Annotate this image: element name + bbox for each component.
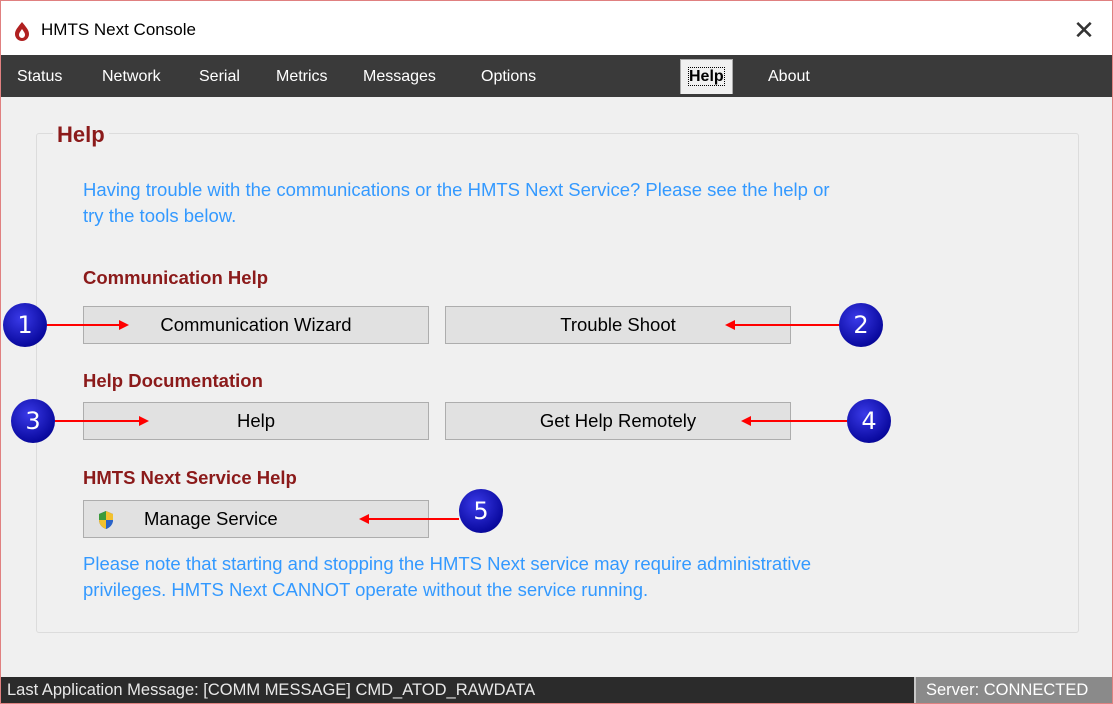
callout-1: 1 xyxy=(3,303,47,347)
uac-shield-icon xyxy=(99,511,113,529)
help-panel-title: Help xyxy=(53,122,109,148)
window-title: HMTS Next Console xyxy=(41,20,196,39)
tab-metrics[interactable]: Metrics xyxy=(272,62,332,92)
service-note-line2: privileges. HMTS Next CANNOT operate wit… xyxy=(83,579,649,600)
close-button[interactable]: ✕ xyxy=(1066,13,1102,49)
tab-strip: Status Network Serial Metrics Messages O… xyxy=(1,55,1112,97)
trouble-shoot-button[interactable]: Trouble Shoot xyxy=(445,306,791,344)
last-application-message: Last Application Message: [COMM MESSAGE]… xyxy=(7,681,536,699)
server-status-badge: Server: CONNECTED xyxy=(914,677,1112,703)
tab-status[interactable]: Status xyxy=(13,62,66,92)
tab-messages[interactable]: Messages xyxy=(359,62,440,92)
status-bar: Last Application Message: [COMM MESSAGE]… xyxy=(1,677,1112,703)
callout-5: 5 xyxy=(459,489,503,533)
communication-wizard-button[interactable]: Communication Wizard xyxy=(83,306,429,344)
callout-3: 3 xyxy=(11,399,55,443)
callout-2: 2 xyxy=(839,303,883,347)
service-help-heading: HMTS Next Service Help xyxy=(83,467,297,488)
tab-serial[interactable]: Serial xyxy=(195,62,244,92)
communication-help-heading: Communication Help xyxy=(83,267,269,288)
tab-help[interactable]: Help xyxy=(680,59,733,94)
tab-help-label: Help xyxy=(688,67,725,86)
manage-service-button[interactable]: Manage Service xyxy=(83,500,429,538)
service-note-line1: Please note that starting and stopping t… xyxy=(83,553,812,574)
get-help-remotely-button[interactable]: Get Help Remotely xyxy=(445,402,791,440)
tab-network[interactable]: Network xyxy=(98,62,165,92)
intro-text-line2: try the tools below. xyxy=(83,205,237,226)
help-button[interactable]: Help xyxy=(83,402,429,440)
app-icon xyxy=(15,22,29,41)
tab-about[interactable]: About xyxy=(764,62,814,92)
tab-options[interactable]: Options xyxy=(477,62,540,92)
app-window: HMTS Next Console ✕ Status Network Seria… xyxy=(0,0,1113,704)
manage-service-label: Manage Service xyxy=(144,508,278,529)
callout-4: 4 xyxy=(847,399,891,443)
title-bar: HMTS Next Console ✕ xyxy=(1,1,1112,55)
help-documentation-heading: Help Documentation xyxy=(83,370,263,391)
intro-text-line1: Having trouble with the communications o… xyxy=(83,179,830,200)
